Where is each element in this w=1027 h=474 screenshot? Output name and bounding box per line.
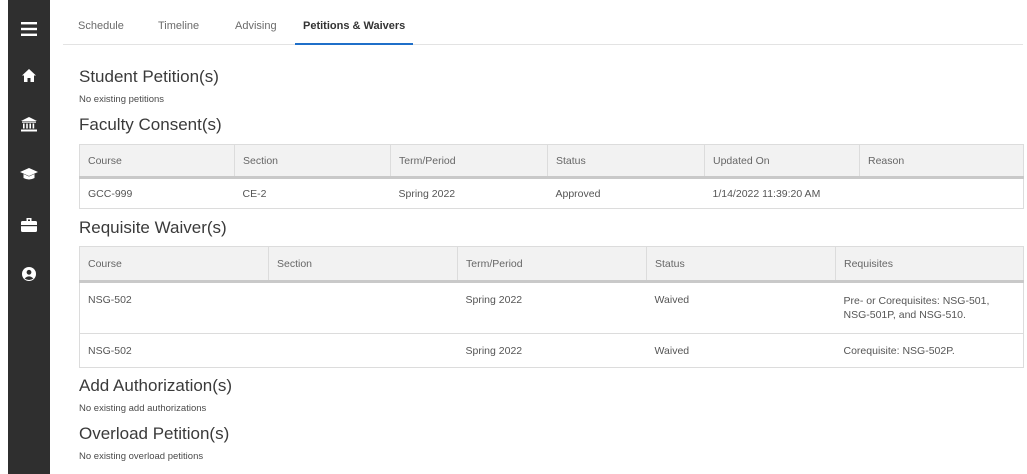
table-cell: Spring 2022	[390, 177, 548, 209]
institution-icon[interactable]	[8, 113, 50, 135]
tab-label: Timeline	[158, 20, 200, 32]
table-row: NSG-502 Spring 2022 Waived Corequisite: …	[79, 333, 1024, 368]
column-header: Status	[646, 246, 836, 283]
tab-bar: Schedule Timeline Advising Petitions & W…	[63, 20, 1023, 45]
add-authorizations-title: Add Authorization(s)	[79, 376, 233, 395]
user-circle-icon[interactable]	[8, 263, 50, 285]
table-cell: CE-2	[234, 177, 391, 209]
column-header: Course	[79, 246, 269, 283]
column-header: Section	[234, 144, 391, 179]
table-cell: Approved	[547, 177, 705, 209]
tab-petitions-waivers[interactable]: Petitions & Waivers	[295, 20, 414, 45]
table-cell: NSG-502	[79, 333, 269, 368]
briefcase-icon[interactable]	[8, 214, 50, 236]
add-authorizations-empty: No existing add authorizations	[79, 403, 207, 414]
requisite-waivers-table: Course Section Term/Period Status Requis…	[79, 246, 1024, 368]
tab-schedule[interactable]: Schedule	[78, 20, 124, 44]
column-header: Course	[79, 144, 235, 179]
student-petitions-title: Student Petition(s)	[79, 67, 219, 86]
home-icon[interactable]	[8, 64, 50, 86]
column-header: Requisites	[835, 246, 1024, 283]
table-cell: 1/14/2022 11:39:20 AM	[704, 177, 860, 209]
column-header: Section	[268, 246, 458, 283]
table-row: NSG-502 Spring 2022 Waived Pre- or Coreq…	[79, 281, 1024, 334]
faculty-consents-table: Course Section Term/Period Status Update…	[79, 144, 1024, 209]
graduation-cap-icon[interactable]	[8, 163, 50, 185]
sidebar	[8, 0, 50, 474]
table-cell	[859, 177, 1024, 209]
tab-label: Schedule	[78, 20, 124, 32]
menu-icon[interactable]	[8, 18, 50, 40]
column-header: Term/Period	[390, 144, 548, 179]
overload-petitions-empty: No existing overload petitions	[79, 451, 204, 462]
table-cell: Pre- or Corequisites: NSG-501, NSG-501P,…	[835, 281, 1024, 334]
table-cell	[268, 281, 458, 334]
table-cell: GCC-999	[79, 177, 235, 209]
table-cell: NSG-502	[79, 281, 269, 334]
active-tab-indicator	[295, 43, 414, 45]
faculty-consents-title: Faculty Consent(s)	[79, 115, 222, 134]
column-header: Updated On	[704, 144, 860, 179]
table-header-row: Course Section Term/Period Status Update…	[79, 144, 1024, 179]
table-header-row: Course Section Term/Period Status Requis…	[79, 246, 1024, 283]
tab-timeline[interactable]: Timeline	[158, 20, 199, 44]
table-cell: Spring 2022	[457, 281, 647, 334]
student-petitions-empty: No existing petitions	[79, 94, 165, 105]
requisite-waivers-title: Requisite Waiver(s)	[79, 218, 227, 237]
table-cell: Spring 2022	[457, 333, 647, 368]
table-cell	[268, 333, 458, 368]
table-row: GCC-999 CE-2 Spring 2022 Approved 1/14/2…	[79, 177, 1024, 209]
tab-label: Advising	[235, 20, 277, 32]
table-cell: Waived	[646, 333, 836, 368]
column-header: Term/Period	[457, 246, 647, 283]
column-header: Reason	[859, 144, 1024, 179]
table-cell: Corequisite: NSG-502P.	[835, 333, 1024, 368]
column-header: Status	[547, 144, 705, 179]
tab-advising[interactable]: Advising	[235, 20, 277, 44]
overload-petitions-title: Overload Petition(s)	[79, 424, 230, 443]
table-cell: Waived	[646, 281, 836, 334]
tab-label: Petitions & Waivers	[303, 20, 406, 32]
